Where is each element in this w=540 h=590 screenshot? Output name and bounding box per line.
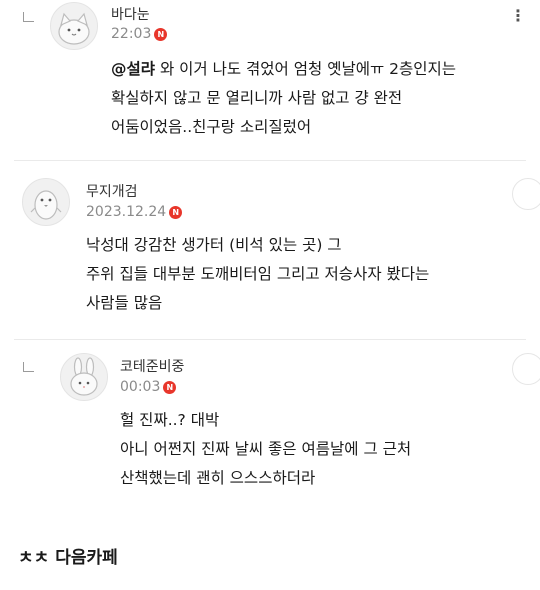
- more-options-button[interactable]: [512, 353, 540, 385]
- comment-time: 00:03: [120, 379, 161, 395]
- comment-line: 산책했는데 괜히 으스스하더라: [120, 469, 316, 487]
- comment-meta: 2023.12.24 N: [86, 204, 183, 220]
- comment-meta: 00:03 N: [120, 379, 177, 395]
- comment-time: 2023.12.24: [86, 204, 167, 220]
- new-badge: N: [163, 380, 177, 394]
- comment-author[interactable]: 코테준비중: [120, 356, 184, 376]
- comment-line: 확실하지 않고 문 열리니까 사람 없고 걍 완전: [111, 89, 403, 107]
- comment-line: 아니 어쩐지 진짜 날씨 좋은 여름날에 그 근처: [120, 440, 412, 458]
- mention-link[interactable]: @설랴: [111, 60, 155, 78]
- source-credit: ㅊㅊ 다음카페: [18, 548, 118, 568]
- comment-2: 무지개검 2023.12.24 N 낙성대 강감찬 생가터 (비석 있는 곳) …: [0, 161, 540, 339]
- comment-author[interactable]: 바다눈: [111, 4, 150, 24]
- comment-line: @설랴 와 이거 나도 겪었어 엄청 옛날에ㅠ 2층인지는: [111, 60, 457, 78]
- penguin-avatar-icon: [30, 190, 62, 220]
- comment-time: 22:03: [111, 26, 152, 42]
- comment-3: 코테준비중 00:03 N 헐 진짜..? 대박 아니 어쩐지 진짜 날씨 좋은…: [0, 340, 540, 510]
- rabbit-avatar-icon: [70, 357, 98, 396]
- avatar[interactable]: [22, 178, 70, 226]
- comment-line: 사람들 많음: [86, 294, 163, 312]
- comment-body: @설랴 와 이거 나도 겪었어 엄청 옛날에ㅠ 2층인지는 확실하지 않고 문 …: [111, 55, 456, 142]
- comment-author[interactable]: 무지개검: [86, 181, 138, 201]
- comment-meta: 22:03 N: [111, 26, 168, 42]
- comment-body: 헐 진짜..? 대박 아니 어쩐지 진짜 날씨 좋은 여름날에 그 근처 산책했…: [120, 406, 411, 493]
- reply-indicator-icon: [23, 12, 34, 22]
- comment-line: 주위 집들 대부분 도깨비터임 그리고 저승사자 봤다는: [86, 265, 430, 283]
- cat-avatar-icon: [58, 12, 90, 45]
- comment-line: 낙성대 강감찬 생가터 (비석 있는 곳) 그: [86, 236, 342, 254]
- avatar[interactable]: [50, 2, 98, 50]
- more-options-icon[interactable]: ⋮: [510, 6, 526, 25]
- comment-line: 헐 진짜..? 대박: [120, 411, 220, 429]
- avatar[interactable]: [60, 353, 108, 401]
- new-badge: N: [169, 205, 183, 219]
- new-badge: N: [154, 27, 168, 41]
- comment-body: 낙성대 강감찬 생가터 (비석 있는 곳) 그 주위 집들 대부분 도깨비터임 …: [86, 231, 429, 318]
- comment-1: 바다눈 22:03 N ⋮ @설랴 와 이거 나도 겪었어 엄청 옛날에ㅠ 2층…: [0, 0, 540, 160]
- comment-line: 어둠이었음..친구랑 소리질렀어: [111, 118, 312, 136]
- more-options-button[interactable]: [512, 178, 540, 210]
- reply-indicator-icon: [23, 362, 34, 372]
